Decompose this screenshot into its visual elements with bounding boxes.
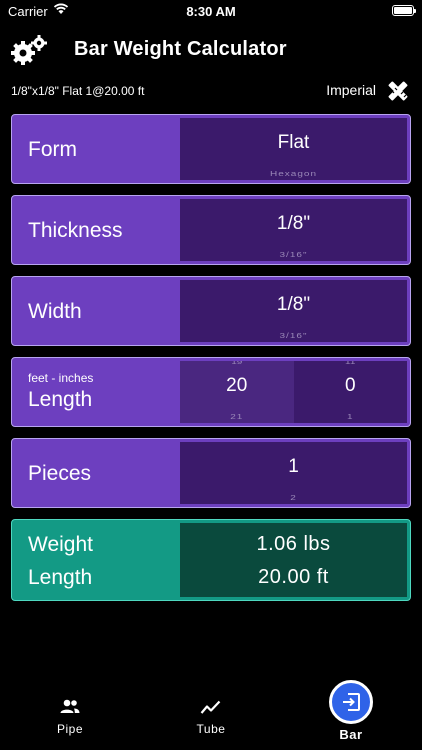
feet-picker[interactable]: 19 20 21: [180, 361, 294, 423]
feet-value: 20: [226, 375, 248, 396]
trend-line-icon: [200, 700, 221, 714]
form-label: Form: [28, 138, 77, 161]
ruler-pencil-icon[interactable]: [384, 77, 412, 105]
form-picker[interactable]: Flat Hexagon: [180, 118, 407, 180]
width-picker[interactable]: 1/8" 3/16": [180, 280, 407, 342]
units-label: Imperial: [326, 82, 376, 98]
tab-bar: Pipe Tube Bar: [0, 680, 422, 750]
clock: 8:30 AM: [186, 4, 236, 19]
feet-next-option[interactable]: 21: [180, 413, 294, 421]
tab-pipe-label: Pipe: [56, 722, 84, 736]
width-row: Width 1/8" 3/16": [11, 276, 411, 346]
form-row: Form Flat Hexagon: [11, 114, 411, 184]
exit-icon: [343, 693, 360, 711]
inches-value: 0: [344, 375, 356, 396]
thickness-row: Thickness 1/8" 3/16": [11, 195, 411, 265]
status-bar: Carrier 8:30 AM: [0, 0, 422, 24]
length-label: Length: [28, 388, 93, 411]
pieces-next-option[interactable]: 2: [180, 494, 407, 502]
pieces-picker[interactable]: 1 2: [180, 442, 407, 504]
battery-icon: [392, 5, 416, 16]
tab-bar-selected[interactable]: Bar: [311, 680, 391, 742]
people-icon: [60, 699, 80, 713]
pieces-label: Pieces: [28, 462, 92, 485]
result-values: 1.06 lbs 20.00 ft: [180, 523, 407, 597]
tab-pipe[interactable]: Pipe: [30, 698, 110, 736]
width-value: 1/8": [276, 294, 311, 315]
inches-next-option[interactable]: 1: [294, 413, 408, 421]
feet-prev-option[interactable]: 19: [180, 361, 294, 366]
tab-tube[interactable]: Tube: [171, 698, 251, 736]
result-length-value: 20.00 ft: [258, 566, 329, 588]
length-row: feet - inches Length 19 20 21 11 0 1: [11, 357, 411, 427]
gear-icon[interactable]: [10, 34, 48, 66]
page-title: Bar Weight Calculator: [74, 38, 287, 60]
bar-tab-circle: [329, 680, 373, 724]
thickness-picker[interactable]: 1/8" 3/16": [180, 199, 407, 261]
thickness-next-option[interactable]: 3/16": [180, 251, 407, 259]
weight-value: 1.06 lbs: [256, 533, 331, 555]
thickness-value: 1/8": [276, 213, 311, 234]
result-length-label: Length: [28, 566, 93, 589]
app-header: Bar Weight Calculator: [0, 32, 422, 68]
tab-bar-label: Bar: [339, 727, 363, 742]
summary-bar: 1/8"x1/8" Flat 1@20.00 ft Imperial: [0, 80, 422, 104]
selection-summary: 1/8"x1/8" Flat 1@20.00 ft: [11, 84, 145, 98]
weight-label: Weight: [28, 533, 93, 556]
form-next-option[interactable]: Hexagon: [180, 170, 407, 178]
width-next-option[interactable]: 3/16": [180, 332, 407, 340]
pieces-value: 1: [288, 456, 299, 477]
width-label: Width: [28, 300, 82, 323]
result-panel: Weight Length 1.06 lbs 20.00 ft: [11, 519, 411, 601]
inches-prev-option[interactable]: 11: [294, 361, 408, 366]
tab-tube-label: Tube: [196, 722, 226, 736]
form-value: Flat: [277, 132, 310, 153]
pieces-row: Pieces 1 2: [11, 438, 411, 508]
thickness-label: Thickness: [28, 219, 123, 242]
inches-picker[interactable]: 11 0 1: [293, 361, 408, 423]
length-picker: 19 20 21 11 0 1: [180, 361, 407, 423]
length-units-label: feet - inches: [28, 371, 94, 385]
